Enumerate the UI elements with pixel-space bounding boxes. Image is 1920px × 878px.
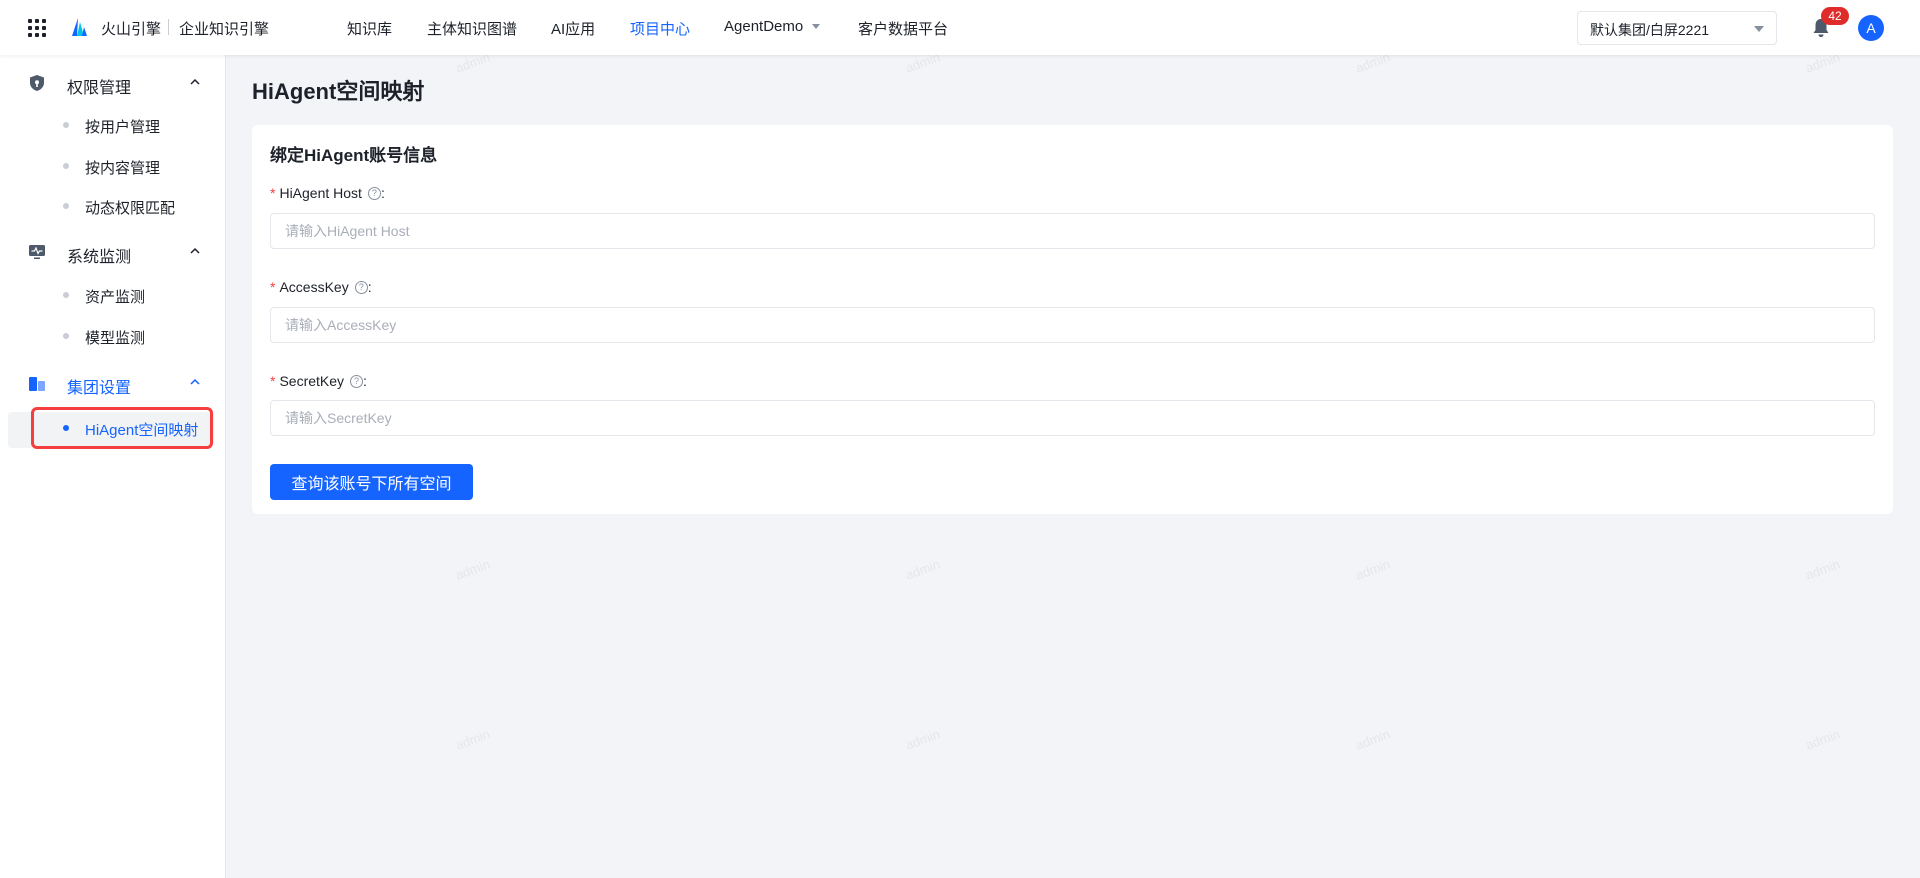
bullet-dot — [63, 425, 69, 431]
brand-divider — [168, 19, 169, 35]
field-label-text: SecretKey — [279, 373, 345, 389]
sidebar-group-label: 权限管理 — [67, 80, 132, 97]
nav-agentdemo-label: AgentDemo — [724, 18, 804, 35]
hiagent-host-label: * HiAgent Host?: — [270, 185, 385, 201]
watermark: admin — [453, 556, 492, 583]
chevron-down-icon — [1754, 26, 1764, 32]
field-label-text: HiAgent Host — [279, 185, 362, 201]
tenant-select[interactable]: 默认集团/白屏2221 — [1577, 11, 1777, 45]
notification-count-badge: 42 — [1821, 7, 1849, 25]
nav-project-center[interactable]: 项目中心 — [630, 18, 690, 39]
label-colon: : — [363, 373, 367, 389]
chevron-down-icon — [812, 23, 821, 29]
chevron-up-icon — [190, 78, 200, 85]
watermark: admin — [1353, 556, 1392, 583]
watermark: admin — [1353, 726, 1392, 753]
label-colon: : — [367, 279, 372, 295]
required-mark: * — [270, 185, 276, 201]
sidebar-item-label: 动态权限匹配 — [85, 200, 176, 217]
sidebar-item-asset-monitoring[interactable]: 资产监测 — [0, 277, 226, 311]
query-spaces-button[interactable]: 查询该账号下所有空间 — [270, 464, 473, 500]
card-title: 绑定HiAgent账号信息 — [270, 146, 438, 165]
bind-account-card: 绑定HiAgent账号信息 *HiAgent Host?: *AccessKey… — [252, 125, 1893, 514]
nav-agentdemo[interactable]: AgentDemo — [724, 18, 821, 35]
nav-knowledge-base[interactable]: 知识库 — [347, 18, 392, 39]
app-grid-icon[interactable] — [28, 19, 46, 37]
nav-entity-knowledge-graph[interactable]: 主体知识图谱 — [427, 18, 517, 39]
nav-customer-data-platform[interactable]: 客户数据平台 — [858, 18, 948, 39]
sidebar-item-label: HiAgent空间映射 — [85, 422, 199, 439]
sidebar-item-label: 模型监测 — [85, 330, 146, 347]
sidebar-group-group-settings[interactable]: 集团设置 — [0, 365, 226, 401]
sidebar-item-hiagent-space-mapping[interactable]: HiAgent空间映射 — [0, 410, 226, 444]
sidebar: 权限管理 按用户管理 按内容管理 动态权限匹配 系统监测 资产监测 模型监测 集… — [0, 55, 226, 878]
sidebar-group-permission-management[interactable]: 权限管理 — [0, 65, 226, 101]
sidebar-item-label: 资产监测 — [85, 289, 146, 306]
help-icon[interactable]: ? — [367, 186, 381, 200]
monitor-icon — [29, 245, 45, 259]
page-title: HiAgent空间映射 — [252, 79, 425, 104]
sidebar-item-label: 按用户管理 — [85, 119, 161, 136]
building-icon — [29, 377, 45, 391]
volcano-logo-icon — [72, 18, 87, 36]
top-bar: 火山引擎 企业知识引擎 知识库 主体知识图谱 AI应用 项目中心 AgentDe… — [0, 0, 1920, 55]
sidebar-group-label: 集团设置 — [67, 380, 132, 397]
help-icon[interactable]: ? — [350, 374, 364, 388]
hiagent-host-input[interactable] — [270, 213, 1875, 249]
sidebar-group-system-monitoring[interactable]: 系统监测 — [0, 234, 226, 270]
accesskey-label: * AccessKey?: — [270, 279, 372, 295]
secretkey-label: * SecretKey?: — [270, 373, 367, 389]
watermark: admin — [453, 726, 492, 753]
watermark: admin — [1803, 726, 1842, 753]
sidebar-group-label: 系统监测 — [67, 249, 132, 266]
tenant-select-value: 默认集团/白屏2221 — [1590, 22, 1710, 38]
bullet-dot — [63, 122, 69, 128]
sidebar-item-model-monitoring[interactable]: 模型监测 — [0, 318, 226, 352]
secretkey-input[interactable] — [270, 400, 1875, 436]
bullet-dot — [63, 163, 69, 169]
help-icon[interactable]: ? — [354, 280, 368, 294]
sidebar-item-dynamic-permission[interactable]: 动态权限匹配 — [0, 188, 226, 222]
accesskey-input[interactable] — [270, 307, 1875, 343]
chevron-up-icon — [190, 247, 200, 254]
bullet-dot — [63, 333, 69, 339]
bullet-dot — [63, 292, 69, 298]
shield-icon — [30, 75, 44, 91]
label-colon: : — [380, 185, 385, 201]
chevron-up-icon — [190, 378, 200, 385]
nav-ai-apps[interactable]: AI应用 — [551, 18, 595, 39]
required-mark: * — [270, 279, 276, 295]
watermark: admin — [1803, 556, 1842, 583]
field-label-text: AccessKey — [279, 279, 349, 295]
watermark: admin — [903, 726, 942, 753]
required-mark: * — [270, 373, 276, 389]
bullet-dot — [63, 203, 69, 209]
brand-name: 火山引擎 — [101, 21, 162, 38]
sidebar-item-by-user[interactable]: 按用户管理 — [0, 107, 226, 141]
sidebar-item-by-content[interactable]: 按内容管理 — [0, 148, 226, 182]
sidebar-item-label: 按内容管理 — [85, 160, 161, 177]
watermark: admin — [903, 556, 942, 583]
user-avatar[interactable]: A — [1858, 15, 1884, 41]
product-name: 企业知识引擎 — [179, 21, 270, 38]
